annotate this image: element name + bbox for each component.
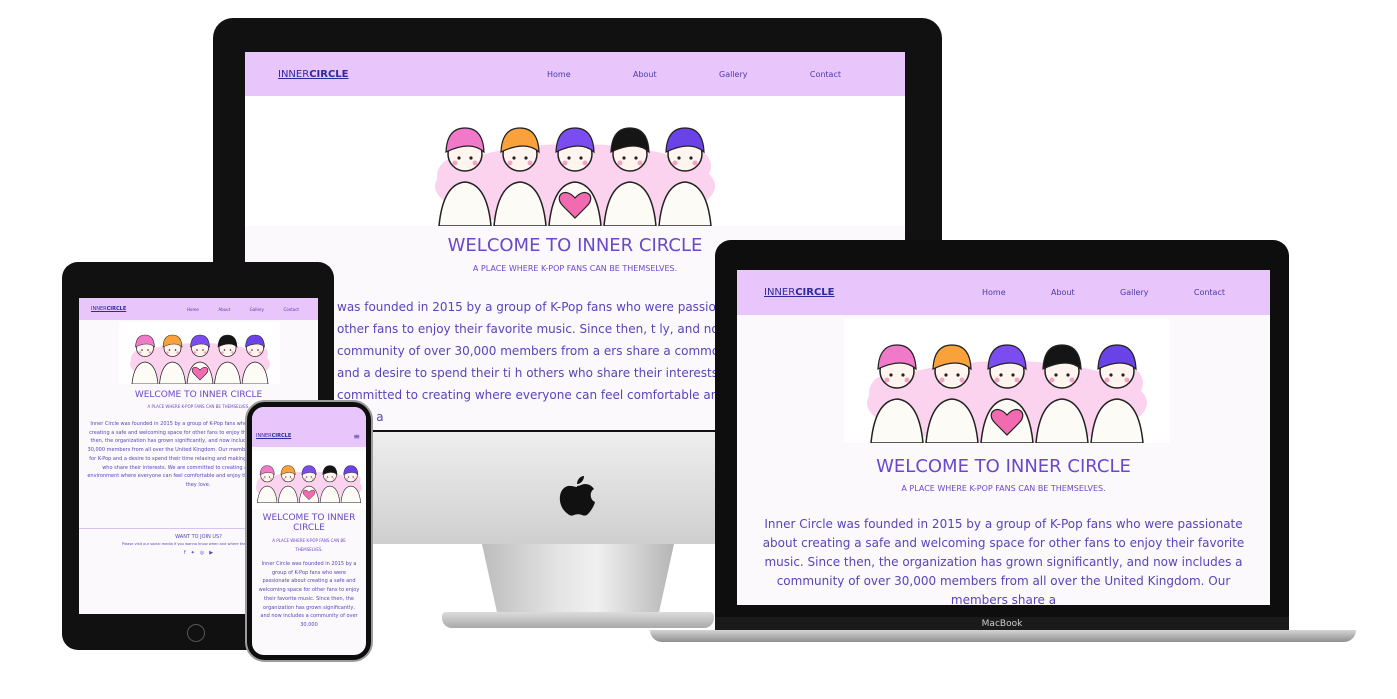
nav-contact-link[interactable]: Contact (1194, 288, 1225, 297)
instagram-icon[interactable]: ◎ (200, 550, 204, 556)
nav-home-link[interactable]: Home (982, 288, 1006, 297)
hero-image (119, 322, 280, 384)
intro-paragraph: Inner Circle was founded in 2015 by a gr… (762, 517, 1245, 605)
site-logo[interactable]: INNERCIRCLE (256, 433, 291, 439)
nav-about-link[interactable]: About (633, 70, 657, 79)
nav-contact-link[interactable]: Contact (810, 70, 841, 79)
navbar: INNERCIRCLE Home About Gallery Contact (245, 52, 905, 96)
laptop-screen: INNERCIRCLE Home About Gallery Contact W… (737, 270, 1270, 605)
page-subtitle: A PLACE WHERE K-POP FANS CAN BE THEMSELV… (272, 538, 346, 552)
nav-links: Home About Gallery Contact (982, 288, 1225, 297)
navbar: INNERCIRCLE ≡ (252, 407, 366, 447)
site-logo[interactable]: INNERCIRCLE (91, 306, 126, 312)
navbar: INNERCIRCLE Home About Gallery Contact (737, 270, 1270, 315)
navbar: INNERCIRCLE Home About Gallery Contact (79, 298, 318, 320)
tablet-home-button[interactable] (187, 624, 205, 642)
kpop-fans-illustration (129, 334, 270, 384)
site-logo[interactable]: INNERCIRCLE (764, 287, 835, 298)
nav-contact-link[interactable]: Contact (283, 307, 299, 312)
youtube-icon[interactable]: ▶ (209, 550, 213, 556)
imac-base (442, 612, 714, 628)
kpop-fans-illustration (435, 127, 715, 226)
facebook-icon[interactable]: f (184, 550, 186, 556)
imac-stand (482, 544, 674, 614)
kpop-fans-illustration (867, 344, 1147, 443)
nav-links: Home About Gallery Contact (547, 70, 841, 79)
nav-about-link[interactable]: About (218, 307, 230, 312)
twitter-icon[interactable]: ✦ (191, 550, 195, 556)
page-subtitle: A PLACE WHERE K-POP FANS CAN BE THEMSELV… (901, 484, 1106, 493)
hero-image (245, 96, 905, 226)
nav-home-link[interactable]: Home (187, 307, 199, 312)
hero-image (252, 451, 366, 509)
apple-logo-icon (559, 476, 595, 516)
hero-image (844, 319, 1170, 443)
nav-gallery-link[interactable]: Gallery (250, 307, 264, 312)
nav-links: Home About Gallery Contact (187, 307, 299, 312)
hamburger-menu-icon[interactable]: ≡ (353, 432, 360, 441)
phone-screen: INNERCIRCLE ≡ WELCOME TO INNER CIRCLE A … (252, 407, 366, 655)
intro-paragraph: Inner Circle was founded in 2015 by a gr… (258, 561, 360, 628)
laptop-base (650, 630, 1356, 642)
site-logo[interactable]: INNERCIRCLE (278, 69, 349, 80)
page-title: WELCOME TO INNER CIRCLE (876, 456, 1131, 477)
kpop-fans-illustration (255, 465, 363, 503)
nav-gallery-link[interactable]: Gallery (719, 70, 748, 79)
nav-home-link[interactable]: Home (547, 70, 571, 79)
page-title: WELCOME TO INNER CIRCLE (134, 390, 263, 400)
nav-gallery-link[interactable]: Gallery (1120, 288, 1149, 297)
page-title: WELCOME TO INNER CIRCLE (262, 513, 356, 533)
nav-about-link[interactable]: About (1051, 288, 1075, 297)
